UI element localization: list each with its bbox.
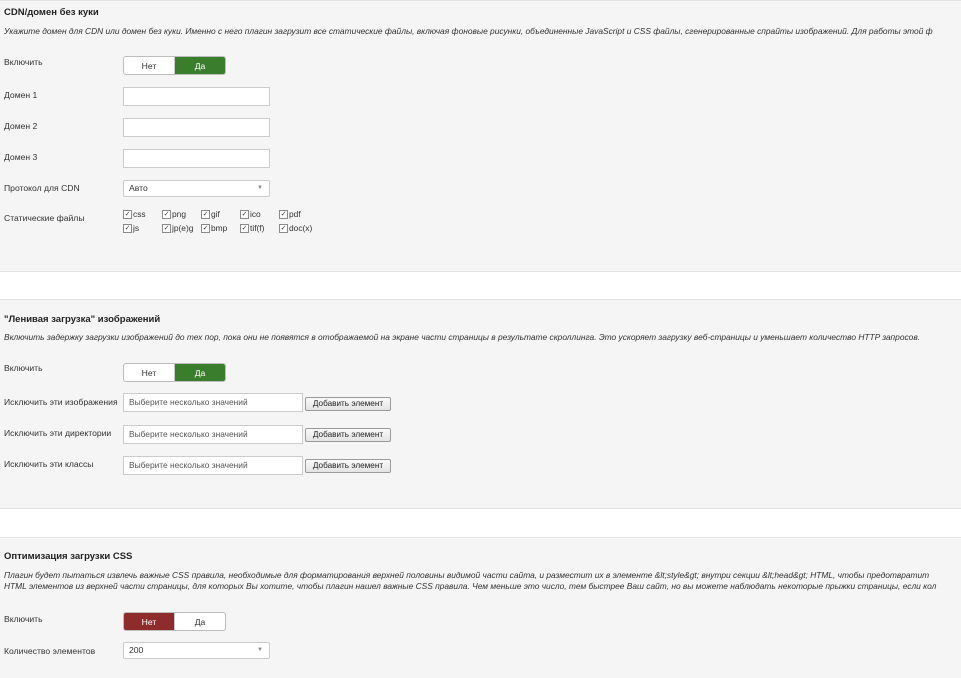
css-count-select-value: 200: [129, 645, 144, 655]
filetype-label: js: [133, 223, 140, 233]
lazyload-enable-label: Включить: [4, 363, 43, 373]
filetype-label: gif: [211, 209, 220, 219]
check-icon: ✓: [123, 223, 132, 233]
filetype-label: bmp: [211, 223, 228, 233]
exclude-classes-input[interactable]: Выберите несколько значений: [123, 456, 303, 475]
cdn-toggle-yes[interactable]: Да: [174, 57, 225, 74]
filetype-label: tif(f): [250, 223, 265, 233]
exclude-dirs-add-button[interactable]: Добавить элемент: [305, 428, 391, 442]
exclude-dirs-input[interactable]: Выберите несколько значений: [123, 425, 303, 444]
lazyload-toggle-yes[interactable]: Да: [174, 364, 225, 381]
cdn-fieldset: CDN/домен без куки Укажите домен для CDN…: [0, 0, 961, 272]
domain3-label: Домен 3: [4, 152, 38, 162]
check-icon: ✓: [162, 223, 171, 233]
css-count-select[interactable]: 200 ▼: [123, 642, 270, 659]
cdn-toggle-no[interactable]: Нет: [124, 57, 174, 74]
css-count-label: Количество элементов: [4, 646, 96, 656]
static-files-label: Статические файлы: [4, 213, 85, 223]
exclude-images-input[interactable]: Выберите несколько значений: [123, 393, 303, 412]
exclude-classes-add-button[interactable]: Добавить элемент: [305, 459, 391, 473]
domain1-input[interactable]: [123, 87, 270, 106]
exclude-images-label: Исключить эти изображения: [4, 397, 118, 407]
filetype-docx[interactable]: ✓ doc(x): [279, 223, 312, 233]
chevron-down-icon: ▼: [257, 185, 263, 191]
check-icon: ✓: [240, 209, 249, 219]
domain1-label: Домен 1: [4, 90, 38, 100]
css-toggle-yes[interactable]: Да: [174, 613, 225, 630]
check-icon: ✓: [162, 209, 171, 219]
protocol-label: Протокол для CDN: [4, 183, 80, 193]
check-icon: ✓: [123, 209, 132, 219]
css-description-line1: Плагин будет пытаться извлечь важные CSS…: [4, 570, 930, 580]
filetype-jpeg[interactable]: ✓ jp(e)g: [162, 223, 193, 233]
chevron-down-icon: ▼: [257, 647, 263, 653]
filetype-label: doc(x): [289, 223, 313, 233]
filetype-png[interactable]: ✓ png: [162, 209, 186, 219]
filetype-label: css: [133, 209, 146, 219]
cdn-enable-toggle[interactable]: Нет Да: [123, 56, 226, 75]
check-icon: ✓: [240, 223, 249, 233]
css-toggle-no[interactable]: Нет: [124, 613, 174, 630]
protocol-select-value: Авто: [129, 183, 148, 193]
filetype-label: pdf: [289, 209, 301, 219]
exclude-classes-label: Исключить эти классы: [4, 459, 94, 469]
lazyload-description: Включить задержку загрузки изображений д…: [4, 332, 921, 342]
cdn-enable-label: Включить: [4, 57, 43, 67]
css-description-line2: HTML элементов из верхней части страницы…: [4, 581, 937, 591]
cdn-legend: CDN/домен без куки: [4, 7, 99, 18]
exclude-images-add-button[interactable]: Добавить элемент: [305, 397, 391, 411]
exclude-dirs-label: Исключить эти директории: [4, 428, 112, 438]
css-fieldset: Оптимизация загрузки CSS Плагин будет пы…: [0, 537, 961, 678]
lazyload-legend: "Ленивая загрузка" изображений: [4, 314, 161, 325]
domain3-input[interactable]: [123, 149, 270, 168]
filetype-ico[interactable]: ✓ ico: [240, 209, 261, 219]
check-icon: ✓: [201, 209, 210, 219]
filetype-gif[interactable]: ✓ gif: [201, 209, 220, 219]
lazyload-fieldset: "Ленивая загрузка" изображений Включить …: [0, 299, 961, 509]
check-icon: ✓: [279, 223, 288, 233]
filetype-label: jp(e)g: [172, 223, 194, 233]
filetype-bmp[interactable]: ✓ bmp: [201, 223, 227, 233]
filetype-pdf[interactable]: ✓ pdf: [279, 209, 301, 219]
filetype-label: ico: [250, 209, 261, 219]
filetype-js[interactable]: ✓ js: [123, 223, 139, 233]
filetype-css[interactable]: ✓ css: [123, 209, 146, 219]
domain2-input[interactable]: [123, 118, 270, 137]
check-icon: ✓: [201, 223, 210, 233]
cdn-description: Укажите домен для CDN или домен без куки…: [4, 26, 933, 36]
check-icon: ✓: [279, 209, 288, 219]
protocol-select[interactable]: Авто ▼: [123, 180, 270, 197]
css-enable-toggle[interactable]: Нет Да: [123, 612, 226, 631]
domain2-label: Домен 2: [4, 121, 38, 131]
css-legend: Оптимизация загрузки CSS: [4, 551, 133, 562]
filetype-tiff[interactable]: ✓ tif(f): [240, 223, 264, 233]
filetype-label: png: [172, 209, 186, 219]
lazyload-toggle-no[interactable]: Нет: [124, 364, 174, 381]
lazyload-enable-toggle[interactable]: Нет Да: [123, 363, 226, 382]
css-enable-label: Включить: [4, 614, 43, 624]
